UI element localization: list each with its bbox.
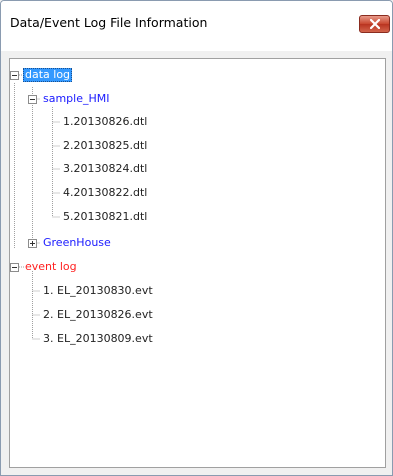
tree-node-sample-hmi[interactable]: sample_HMI bbox=[41, 92, 112, 106]
close-icon bbox=[370, 19, 380, 29]
title-bar[interactable]: Data/Event Log File Information bbox=[1, 1, 392, 51]
close-button[interactable] bbox=[359, 15, 390, 33]
tree-node-data-log[interactable]: data log bbox=[23, 68, 73, 82]
tree-node-file[interactable]: 1.20130826.dtl bbox=[61, 115, 149, 129]
collapse-toggle-event-log[interactable] bbox=[10, 263, 19, 272]
tree-node-file[interactable]: 1. EL_20130830.evt bbox=[41, 284, 155, 298]
minus-icon bbox=[30, 99, 35, 100]
window-title: Data/Event Log File Information bbox=[10, 15, 208, 30]
tree-node-event-log[interactable]: event log bbox=[23, 260, 79, 274]
minus-icon bbox=[12, 75, 17, 76]
expand-toggle-greenhouse[interactable] bbox=[28, 239, 37, 248]
collapse-toggle-data-log[interactable] bbox=[10, 71, 19, 80]
dialog-window: Data/Event Log File Information data log… bbox=[0, 0, 393, 476]
tree-node-file[interactable]: 2. EL_20130826.evt bbox=[41, 308, 155, 322]
tree-node-file[interactable]: 4.20130822.dtl bbox=[61, 186, 149, 200]
dialog-client-area: data log sample_HMI 1.20130826.dtl 2.201… bbox=[1, 51, 392, 475]
tree-node-file[interactable]: 5.20130821.dtl bbox=[61, 210, 149, 224]
tree-node-file[interactable]: 2.20130825.dtl bbox=[61, 139, 149, 153]
tree-node-file[interactable]: 3.20130824.dtl bbox=[61, 162, 149, 176]
minus-icon bbox=[12, 267, 17, 268]
plus-icon bbox=[30, 241, 35, 246]
collapse-toggle-sample-hmi[interactable] bbox=[28, 95, 37, 104]
tree-node-file[interactable]: 3. EL_20130809.evt bbox=[41, 332, 155, 346]
tree-node-greenhouse[interactable]: GreenHouse bbox=[41, 236, 113, 250]
log-file-tree[interactable]: data log sample_HMI 1.20130826.dtl 2.201… bbox=[9, 58, 386, 468]
